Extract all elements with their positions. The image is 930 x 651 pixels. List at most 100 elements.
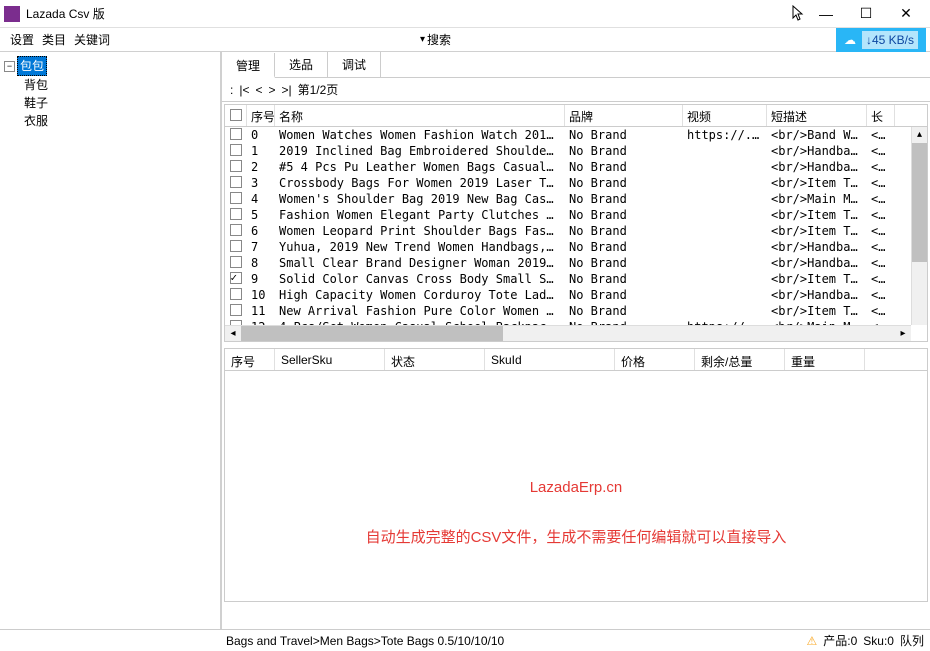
status-sku: Sku:0 [863, 634, 894, 648]
col-name[interactable]: 名称 [275, 105, 565, 126]
row-checkbox[interactable] [230, 176, 242, 188]
col-desc[interactable]: 短描述 [767, 105, 867, 126]
table-row[interactable]: 5Fashion Women Elegant Party Clutches Cr… [225, 207, 927, 223]
table-row[interactable]: 11New Arrival Fashion Pure Color Women L… [225, 303, 927, 319]
row-checkbox[interactable] [230, 272, 242, 284]
menubar: 设置 类目 关键词 ▾ 搜索 [0, 28, 930, 52]
pager-info: 第1/2页 [298, 81, 339, 98]
titlebar: Lazada Csv 版 — ☐ ✕ [0, 0, 930, 28]
table-row[interactable]: 6Women Leopard Print Shoulder Bags Fashi… [225, 223, 927, 239]
table-row[interactable]: 7Yuhua, 2019 New Trend Women Handbags, F… [225, 239, 927, 255]
search-label: 搜索 [427, 31, 451, 48]
cell-desc: <br/>Handba... [767, 159, 867, 175]
collapse-icon[interactable]: − [4, 61, 15, 72]
vertical-scrollbar[interactable]: ▴ [911, 127, 927, 325]
table-row[interactable]: 9Solid Color Canvas Cross Body Small Sho… [225, 271, 927, 287]
row-checkbox[interactable] [230, 304, 242, 316]
col2-weight[interactable]: 重量 [785, 349, 865, 370]
tab-select[interactable]: 选品 [275, 52, 328, 77]
row-checkbox[interactable] [230, 128, 242, 140]
scroll-thumb[interactable] [912, 143, 927, 262]
tree-child[interactable]: 衣服 [24, 112, 216, 130]
cell-index: 3 [247, 175, 275, 191]
cell-index: 4 [247, 191, 275, 207]
row-checkbox[interactable] [230, 208, 242, 220]
row-checkbox[interactable] [230, 288, 242, 300]
cell-desc: <br/>Handba... [767, 255, 867, 271]
row-checkbox[interactable] [230, 192, 242, 204]
cell-last: <b: [867, 175, 895, 191]
tab-manage[interactable]: 管理 [222, 53, 275, 78]
cell-video [683, 239, 767, 255]
cell-desc: <br/>Item T... [767, 175, 867, 191]
scroll-left-icon[interactable]: ◂ [225, 326, 241, 341]
col-checkbox[interactable] [225, 105, 247, 126]
close-button[interactable]: ✕ [886, 2, 926, 26]
pager-first[interactable]: |< [239, 83, 249, 97]
cell-name: Women Watches Women Fashion Watch 2019 G… [275, 127, 565, 143]
cell-brand: No Brand [565, 287, 683, 303]
menu-keywords[interactable]: 关键词 [74, 31, 110, 48]
table-row[interactable]: 8Small Clear Brand Designer Woman 2019 N… [225, 255, 927, 271]
tree-child[interactable]: 鞋子 [24, 94, 216, 112]
col-brand[interactable]: 品牌 [565, 105, 683, 126]
row-checkbox[interactable] [230, 160, 242, 172]
cell-video [683, 143, 767, 159]
col2-status[interactable]: 状态 [385, 349, 485, 370]
menu-settings[interactable]: 设置 [10, 31, 34, 48]
cell-desc: <br/>Band W... [767, 127, 867, 143]
col2-skuid[interactable]: SkuId [485, 349, 615, 370]
tree-root[interactable]: − 包包 [4, 56, 216, 76]
col-video[interactable]: 视频 [683, 105, 767, 126]
cell-last: <b: [867, 239, 895, 255]
col2-idx[interactable]: 序号 [225, 349, 275, 370]
search-dropdown[interactable]: ▾ 搜索 [420, 31, 451, 48]
cell-index: 6 [247, 223, 275, 239]
cell-index: 11 [247, 303, 275, 319]
col2-stock[interactable]: 剩余/总量 [695, 349, 785, 370]
minimize-button[interactable]: — [806, 2, 846, 26]
tab-debug[interactable]: 调试 [328, 52, 381, 77]
cell-index: 10 [247, 287, 275, 303]
app-icon [4, 6, 20, 22]
table-row[interactable]: 0Women Watches Women Fashion Watch 2019 … [225, 127, 927, 143]
category-tree: − 包包 背包 鞋子 衣服 [4, 56, 216, 130]
cell-brand: No Brand [565, 239, 683, 255]
table-header: 序号 名称 品牌 视频 短描述 长 [225, 105, 927, 127]
cell-video [683, 287, 767, 303]
col-index[interactable]: 序号 [247, 105, 275, 126]
col2-sku[interactable]: SellerSku [275, 349, 385, 370]
tree-child[interactable]: 背包 [24, 76, 216, 94]
cell-video [683, 303, 767, 319]
col-last[interactable]: 长 [867, 105, 895, 126]
table-row[interactable]: 10High Capacity Women Corduroy Tote Ladi… [225, 287, 927, 303]
scroll-up-icon[interactable]: ▴ [912, 127, 927, 143]
cell-video [683, 191, 767, 207]
cell-video [683, 255, 767, 271]
menu-category[interactable]: 类目 [42, 31, 66, 48]
cell-video [683, 159, 767, 175]
row-checkbox[interactable] [230, 144, 242, 156]
pager-prev[interactable]: < [255, 83, 262, 97]
cell-name: Women Leopard Print Shoulder Bags Fashio… [275, 223, 565, 239]
row-checkbox[interactable] [230, 224, 242, 236]
row-checkbox[interactable] [230, 256, 242, 268]
col2-price[interactable]: 价格 [615, 349, 695, 370]
watermark: LazadaErp.cn 自动生成完整的CSV文件，生成不需要任何编辑就可以直接… [225, 479, 927, 547]
pager-last[interactable]: >| [282, 83, 292, 97]
scroll-thumb-h[interactable] [241, 326, 503, 341]
cell-last: <b: [867, 287, 895, 303]
table-row[interactable]: 12019 Inclined Bag Embroidered Shoulder … [225, 143, 927, 159]
row-checkbox[interactable] [230, 240, 242, 252]
scroll-right-icon[interactable]: ▸ [895, 326, 911, 341]
cell-name: Solid Color Canvas Cross Body Small Shou… [275, 271, 565, 287]
cell-last: <b: [867, 303, 895, 319]
cell-name: #5 4 Pcs Pu Leather Women Bags Casual Ha… [275, 159, 565, 175]
cell-last: <b: [867, 127, 895, 143]
table-row[interactable]: 3Crossbody Bags For Women 2019 Laser Tra… [225, 175, 927, 191]
maximize-button[interactable]: ☐ [846, 2, 886, 26]
horizontal-scrollbar[interactable]: ◂ ▸ [225, 325, 911, 341]
table-row[interactable]: 2#5 4 Pcs Pu Leather Women Bags Casual H… [225, 159, 927, 175]
table-row[interactable]: 4Women's Shoulder Bag 2019 New Bag Casua… [225, 191, 927, 207]
pager-next[interactable]: > [268, 83, 275, 97]
